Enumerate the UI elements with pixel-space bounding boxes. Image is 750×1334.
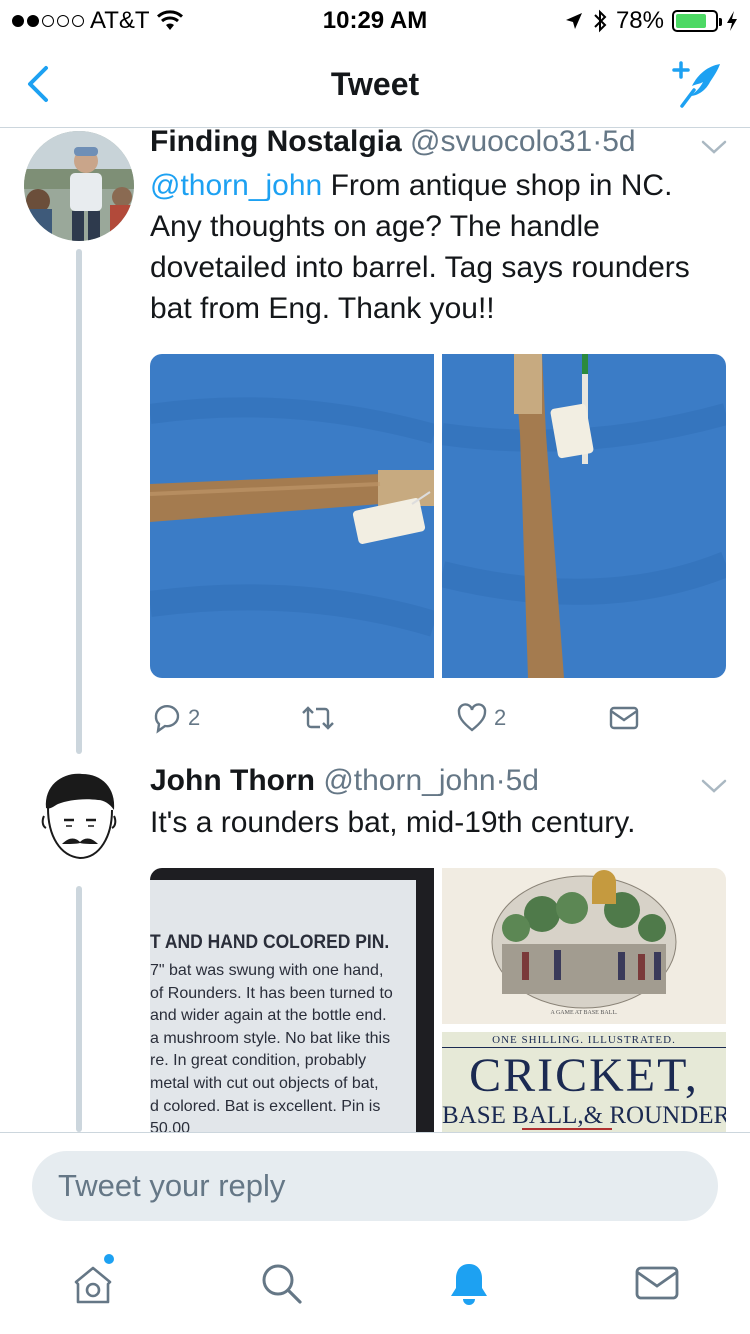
timestamp[interactable]: 5d bbox=[506, 764, 539, 797]
battery-level bbox=[676, 14, 706, 28]
heart-icon bbox=[457, 703, 487, 732]
museum-card: T AND HAND COLORED PIN. 7" bat was swung… bbox=[150, 880, 416, 1132]
media-grid bbox=[150, 354, 726, 678]
chevron-down-icon[interactable] bbox=[700, 776, 728, 796]
timestamp[interactable]: 5d bbox=[602, 129, 635, 158]
book-cover: ONE SHILLING. ILLUSTRATED. CRICKET, BASE… bbox=[442, 1032, 726, 1132]
avatar-illustration bbox=[24, 764, 134, 874]
conversation-view: Finding Nostalgia @svuocolo31·5d @thorn_… bbox=[0, 129, 750, 1132]
media-image[interactable]: T AND HAND COLORED PIN. 7" bat was swung… bbox=[150, 868, 434, 1132]
reply-count: 2 bbox=[188, 705, 201, 730]
location-arrow-icon bbox=[565, 13, 582, 29]
tab-home[interactable] bbox=[68, 1254, 118, 1308]
bluetooth-icon bbox=[594, 9, 607, 33]
like-button[interactable]: 2 bbox=[456, 702, 506, 734]
card-line: and wider again at the bottle end. bbox=[150, 1007, 387, 1025]
book-top-line: ONE SHILLING. ILLUSTRATED. bbox=[492, 1034, 676, 1046]
compose-tweet-icon bbox=[672, 61, 720, 108]
messages-icon bbox=[635, 1266, 679, 1300]
book-subtitle: BASE BALL,& ROUNDERS bbox=[442, 1102, 726, 1129]
battery-percent: 78% bbox=[615, 7, 664, 34]
card-line: re. In great condition, probably bbox=[150, 1052, 367, 1070]
envelope-icon bbox=[609, 706, 639, 730]
tweet-header: Finding Nostalgia @svuocolo31·5d bbox=[150, 129, 726, 159]
media-image[interactable] bbox=[150, 354, 434, 678]
avatar-photo bbox=[24, 131, 134, 241]
mention-link[interactable]: @thorn_john bbox=[150, 169, 322, 202]
media-image[interactable]: ONE SHILLING. ILLUSTRATED. CRICKET, BASE… bbox=[442, 1032, 726, 1132]
charging-icon bbox=[727, 11, 737, 31]
media-grid: T AND HAND COLORED PIN. 7" bat was swung… bbox=[150, 868, 726, 1132]
tab-search[interactable] bbox=[256, 1258, 306, 1308]
card-line: 50.00 bbox=[150, 1120, 191, 1132]
chevron-down-icon[interactable] bbox=[700, 137, 728, 157]
like-count: 2 bbox=[494, 705, 507, 730]
separator: · bbox=[495, 764, 506, 797]
tweet-actions: 2 2 bbox=[150, 702, 650, 742]
reply-composer bbox=[0, 1132, 750, 1236]
separator: · bbox=[592, 129, 603, 158]
display-name[interactable]: John Thorn bbox=[150, 764, 315, 797]
thread-connector-line bbox=[76, 249, 82, 754]
retweet-icon bbox=[302, 706, 334, 730]
bat-vertical-photo bbox=[442, 354, 726, 678]
card-line: 7" bat was swung with one hand, bbox=[150, 962, 384, 979]
reply-button[interactable]: 2 bbox=[150, 702, 200, 734]
direct-message-button[interactable] bbox=[608, 702, 640, 734]
reply-input[interactable] bbox=[32, 1151, 718, 1221]
tweet-text: @thorn_john From antique shop in NC. Any… bbox=[150, 165, 730, 329]
book-title: CRICKET, bbox=[469, 1049, 699, 1102]
compose-button[interactable] bbox=[670, 58, 726, 110]
page-title: Tweet bbox=[330, 66, 420, 102]
reply-icon bbox=[154, 705, 180, 734]
username[interactable]: @svuocolo31 bbox=[410, 129, 592, 158]
tweet[interactable]: Finding Nostalgia @svuocolo31·5d @thorn_… bbox=[0, 129, 750, 754]
card-line: of Rounders. It has been turned to bbox=[150, 984, 393, 1002]
tab-messages[interactable] bbox=[632, 1258, 682, 1308]
card-description: 7" bat was swung with one hand, of Rounde… bbox=[150, 960, 393, 1132]
card-line: metal with cut out objects of bat, bbox=[150, 1074, 379, 1092]
new-content-dot bbox=[104, 1254, 114, 1264]
card-heading: T AND HAND COLORED PIN. bbox=[150, 932, 390, 953]
engraving-caption: A GAME AT BASE BALL. bbox=[550, 1010, 618, 1016]
tweet-text: It's a rounders bat, mid-19th century. bbox=[150, 806, 636, 839]
avatar[interactable] bbox=[24, 131, 134, 241]
tab-notifications[interactable] bbox=[444, 1258, 494, 1308]
base-ball-engraving: A GAME AT BASE BALL. bbox=[442, 868, 726, 1024]
status-right: 78% bbox=[564, 7, 738, 35]
bat-horizontal-photo bbox=[150, 354, 434, 678]
notifications-icon bbox=[451, 1264, 487, 1305]
thread-connector-line bbox=[76, 886, 82, 1132]
battery-icon bbox=[672, 10, 722, 32]
media-image[interactable]: A GAME AT BASE BALL. bbox=[442, 868, 726, 1024]
avatar[interactable] bbox=[24, 764, 134, 874]
card-line: d colored. Bat is excellent. Pin is bbox=[150, 1097, 381, 1115]
tweet-header: John Thorn @thorn_john·5d bbox=[150, 764, 726, 798]
username[interactable]: @thorn_john bbox=[323, 764, 495, 797]
tab-bar bbox=[0, 1236, 750, 1334]
search-icon bbox=[262, 1264, 302, 1304]
home-icon bbox=[74, 1266, 112, 1304]
retweet-button[interactable] bbox=[300, 702, 336, 734]
card-line: a mushroom style. No bat like this bbox=[150, 1029, 391, 1047]
status-bar: AT&T 10:29 AM 78% bbox=[0, 0, 750, 40]
navigation-bar: Tweet bbox=[0, 40, 750, 128]
media-image[interactable] bbox=[442, 354, 726, 678]
display-name[interactable]: Finding Nostalgia bbox=[150, 129, 402, 158]
tweet[interactable]: John Thorn @thorn_john·5d It's a rounder… bbox=[0, 754, 750, 1132]
